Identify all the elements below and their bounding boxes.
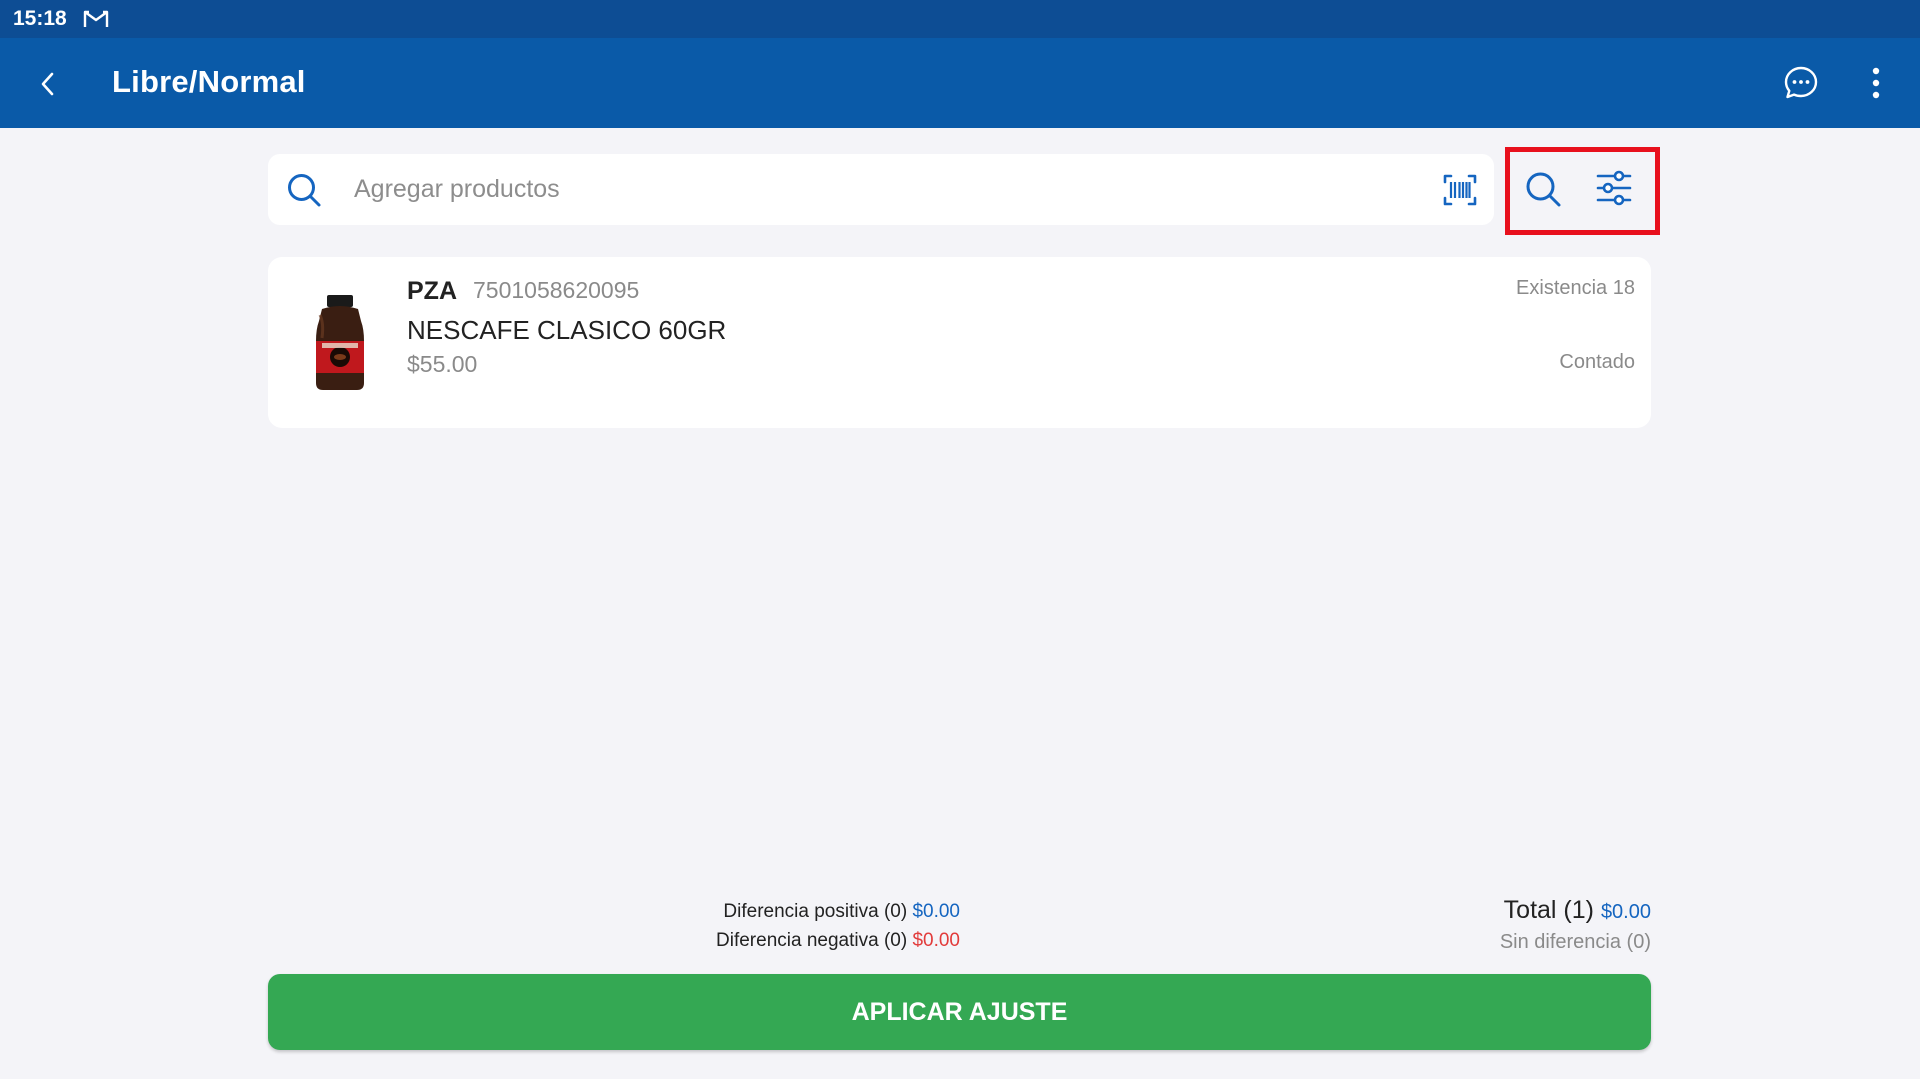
chevron-left-icon bbox=[41, 72, 54, 96]
positive-difference-label: Diferencia positiva (0) bbox=[723, 901, 908, 922]
sliders-icon[interactable] bbox=[1594, 168, 1634, 208]
status-time: 15:18 bbox=[13, 7, 67, 30]
search-bar bbox=[268, 154, 1494, 225]
chat-bubble-icon bbox=[1784, 66, 1818, 99]
more-options-button[interactable] bbox=[1858, 62, 1894, 104]
total-label: Total (1) bbox=[1503, 896, 1594, 924]
product-image bbox=[316, 295, 364, 390]
status-bar: 15:18 bbox=[0, 0, 1920, 38]
product-card[interactable]: PZA 7501058620095 NESCAFE CLASICO 60GR $… bbox=[268, 257, 1651, 428]
app-bar: Libre/Normal bbox=[0, 38, 1920, 128]
chat-button[interactable] bbox=[1780, 62, 1822, 104]
search-icon[interactable] bbox=[1523, 169, 1563, 209]
search-input[interactable] bbox=[354, 166, 1354, 212]
product-stock: Existencia 18 bbox=[1516, 277, 1635, 299]
negative-difference-row: Diferencia negativa (0) $0.00 bbox=[660, 926, 960, 955]
no-difference-label: Sin diferencia (0) bbox=[1499, 931, 1651, 953]
total-row: Total (1) $0.00 bbox=[1400, 896, 1651, 925]
product-unit: PZA bbox=[407, 277, 457, 305]
apply-adjustment-button[interactable]: APLICAR AJUSTE bbox=[268, 974, 1651, 1050]
gmail-icon bbox=[83, 10, 108, 27]
positive-difference-value: $0.00 bbox=[912, 901, 960, 922]
total-value: $0.00 bbox=[1600, 901, 1651, 923]
more-vertical-icon bbox=[1872, 67, 1880, 99]
search-icon bbox=[288, 174, 321, 207]
page-title: Libre/Normal bbox=[112, 64, 306, 99]
total-summary: Total (1) $0.00 Sin diferencia (0) bbox=[1400, 896, 1651, 954]
difference-summary: Diferencia positiva (0) $0.00 Diferencia… bbox=[660, 897, 960, 955]
barcode-scan-icon[interactable] bbox=[1442, 172, 1478, 208]
negative-difference-label: Diferencia negativa (0) bbox=[716, 930, 908, 951]
product-status: Contado bbox=[1559, 351, 1635, 373]
positive-difference-row: Diferencia positiva (0) $0.00 bbox=[660, 897, 960, 926]
product-price: $55.00 bbox=[407, 351, 478, 377]
product-code: 7501058620095 bbox=[473, 277, 640, 303]
back-button[interactable] bbox=[28, 64, 68, 104]
product-name: NESCAFE CLASICO 60GR bbox=[407, 315, 727, 345]
negative-difference-value: $0.00 bbox=[912, 930, 960, 951]
